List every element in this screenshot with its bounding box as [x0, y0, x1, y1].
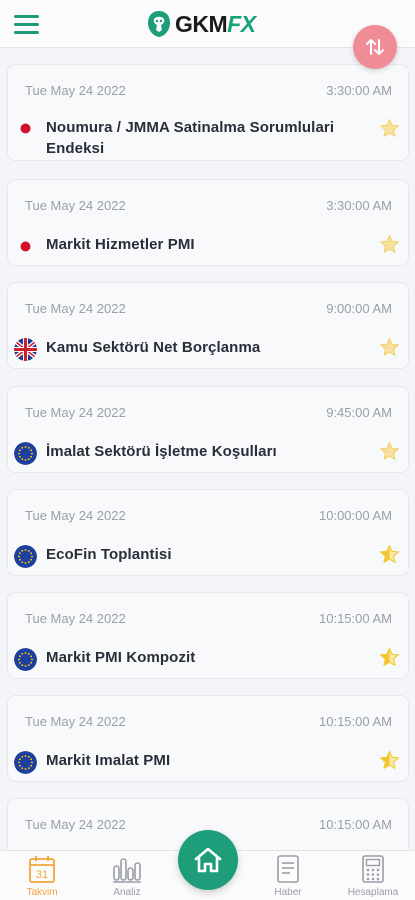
calculator-icon: [362, 855, 384, 883]
event-time: 3:30:00 AM: [326, 83, 392, 98]
event-time: 10:15:00 AM: [319, 817, 392, 832]
event-card[interactable]: Tue May 24 2022 9:00:00 AM Kamu Sektörü Ne…: [7, 282, 409, 369]
event-title: Kamu Sektörü Net Borçlanma: [46, 339, 261, 356]
event-title: EcoFin Toplantisi: [46, 546, 172, 563]
event-date: Tue May 24 2022: [25, 405, 126, 420]
event-time: 10:00:00 AM: [319, 508, 392, 523]
nav-label-calendar: Takvim: [26, 887, 58, 898]
event-time: 3:30:00 AM: [326, 198, 392, 213]
eu-flag-icon: [14, 751, 37, 774]
home-button[interactable]: [178, 830, 238, 890]
half-star-icon[interactable]: [379, 647, 400, 668]
eu-flag-icon: [14, 442, 37, 465]
calendar-icon: 31: [29, 856, 55, 883]
event-card[interactable]: Tue May 24 2022 10:00:00 AM EcoFin Toplant…: [7, 489, 409, 576]
event-title: Markit Imalat PMI: [46, 752, 171, 769]
event-date: Tue May 24 2022: [25, 198, 126, 213]
home-icon: [194, 847, 222, 873]
event-card[interactable]: Tue May 24 2022 9:45:00 AM İmalat Sektörü …: [7, 386, 409, 473]
event-date: Tue May 24 2022: [25, 817, 126, 832]
event-time: 9:00:00 AM: [326, 301, 392, 316]
nav-item-analysis[interactable]: Analiz: [97, 851, 157, 900]
logo-wordmark: GKMFX: [175, 11, 256, 38]
event-card[interactable]: Tue May 24 2022 3:30:00 AM Markit Hizmetle…: [7, 179, 409, 266]
nav-item-calculator[interactable]: Hesaplama: [343, 851, 403, 900]
event-card[interactable]: Tue May 24 2022 10:15:00 AM Markit PMI Kom…: [7, 592, 409, 679]
star-icon[interactable]: [379, 118, 400, 139]
half-star-icon[interactable]: [379, 750, 400, 771]
event-time: 10:15:00 AM: [319, 714, 392, 729]
nav-label-news: Haber: [274, 887, 302, 898]
star-icon[interactable]: [379, 337, 400, 358]
nav-item-news[interactable]: Haber: [258, 851, 318, 900]
nav-label-analysis: Analiz: [113, 887, 141, 898]
eu-flag-icon: [14, 545, 37, 568]
event-title: Markit PMI Kompozit: [46, 649, 196, 666]
event-title: Noumura / JMMA Satinalma Sorumlulari End…: [46, 119, 335, 157]
event-card[interactable]: Tue May 24 2022 3:30:00 AM Noumura / JMMA …: [7, 64, 409, 161]
news-document-icon: [277, 855, 299, 883]
nav-item-calendar[interactable]: 31 Takvim: [12, 851, 72, 900]
app-logo: GKMFX: [146, 9, 256, 39]
event-title: Markit Hizmetler PMI: [46, 236, 195, 253]
event-card[interactable]: Tue May 24 2022 10:15:00 AM Markit Imalat …: [7, 695, 409, 782]
calendar-day-number: 31: [36, 869, 48, 881]
event-date: Tue May 24 2022: [25, 83, 126, 98]
sort-arrows-icon: [366, 39, 384, 55]
eu-flag-icon: [14, 648, 37, 671]
event-time: 9:45:00 AM: [326, 405, 392, 420]
bar-chart-icon: [113, 858, 141, 883]
star-icon[interactable]: [379, 234, 400, 255]
economic-calendar-list[interactable]: Tue May 24 2022 3:30:00 AM Noumura / JMMA …: [0, 48, 415, 850]
event-date: Tue May 24 2022: [25, 508, 126, 523]
uk-flag-icon: [14, 338, 37, 361]
star-icon[interactable]: [379, 441, 400, 462]
japan-flag-icon: [14, 235, 37, 258]
japan-flag-icon: [14, 117, 37, 140]
half-star-icon[interactable]: [379, 544, 400, 565]
event-date: Tue May 24 2022: [25, 611, 126, 626]
logo-accent-text: FX: [227, 10, 256, 37]
event-time: 10:15:00 AM: [319, 611, 392, 626]
lion-logo-icon: [148, 11, 170, 37]
nav-label-calculator: Hesaplama: [347, 887, 399, 898]
sort-button[interactable]: [353, 25, 397, 69]
event-title: İmalat Sektörü İşletme Koşulları: [46, 443, 277, 460]
event-date: Tue May 24 2022: [25, 301, 126, 316]
logo-main-text: GKM: [175, 10, 228, 37]
event-date: Tue May 24 2022: [25, 714, 126, 729]
hamburger-menu-icon[interactable]: [14, 15, 39, 34]
